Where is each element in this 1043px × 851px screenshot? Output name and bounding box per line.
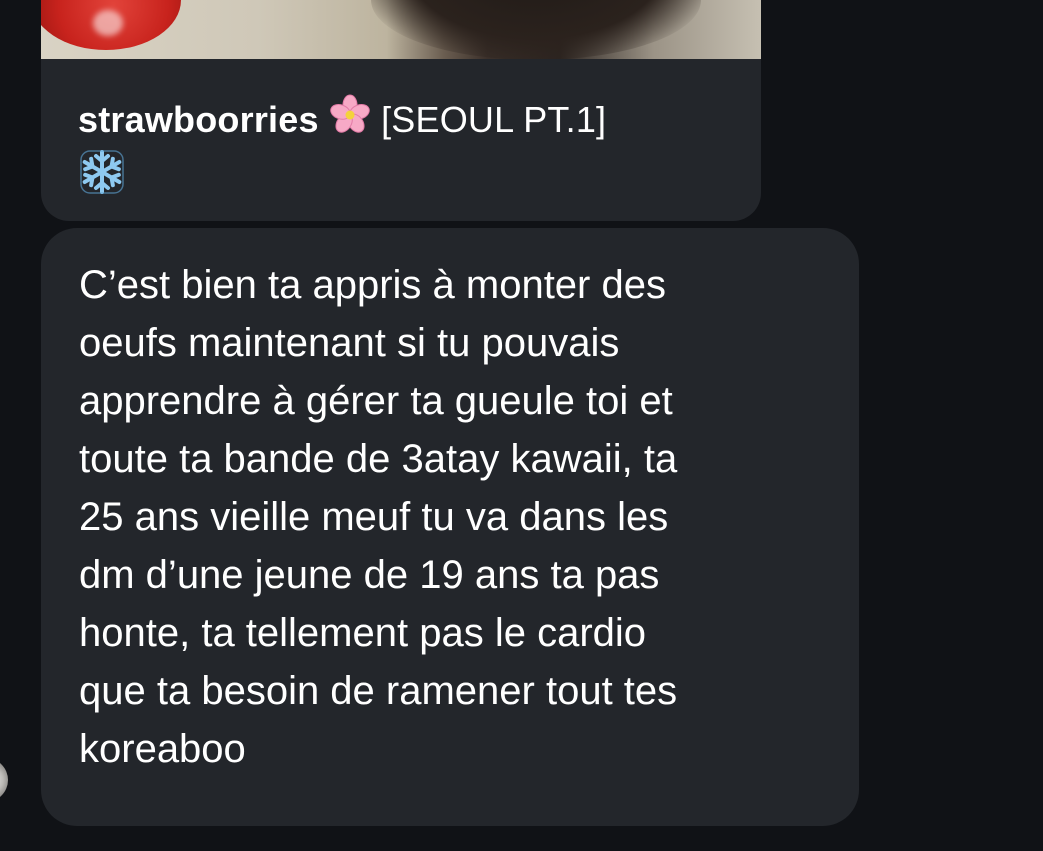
sender-avatar[interactable] [0,758,8,802]
photo-hair-shape [371,0,701,59]
post-author-name[interactable]: strawboorries [78,99,319,140]
dm-thread: strawboorries [SEOUL PT.1] C’est bien ta… [0,0,1043,851]
post-caption-text: [SEOUL PT.1] [381,99,607,140]
message-bubble[interactable]: C’est bien ta appris à monter des oeufs … [41,228,859,826]
snowflake-icon [78,148,126,196]
strawberry-highlight [93,10,123,36]
cherry-blossom-icon [329,94,371,148]
shared-post-card[interactable]: strawboorries [SEOUL PT.1] [41,0,761,221]
shared-post-caption: strawboorries [SEOUL PT.1] [78,94,738,196]
message-text: C’est bien ta appris à monter des oeufs … [79,263,678,771]
shared-post-image[interactable] [41,0,761,59]
